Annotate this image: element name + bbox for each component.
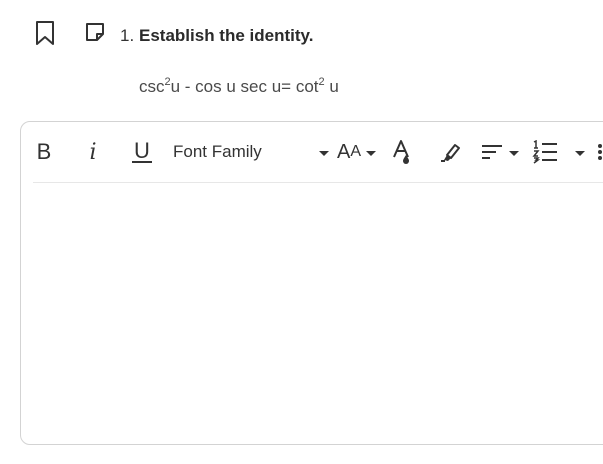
more-vertical-icon xyxy=(598,144,602,160)
bold-button[interactable]: B xyxy=(32,134,56,170)
toolbar-divider xyxy=(33,182,603,183)
italic-label: i xyxy=(89,139,97,165)
italic-button[interactable]: i xyxy=(81,134,105,170)
highlight-button[interactable] xyxy=(437,134,463,170)
align-left-icon xyxy=(482,145,502,159)
question-number: 1. xyxy=(120,26,135,45)
chevron-down-icon[interactable] xyxy=(319,151,329,156)
formula-part: u xyxy=(324,77,339,96)
font-family-label: Font Family xyxy=(173,142,262,161)
font-size-small-label: A xyxy=(350,143,362,160)
ordered-list-icon xyxy=(532,140,557,164)
formula-exponent: 2 xyxy=(318,76,325,88)
editor-toolbar: B i U Font Family AA xyxy=(21,122,603,182)
note-icon[interactable] xyxy=(84,21,106,43)
formula-part: csc xyxy=(139,77,165,96)
formula-part: u - cos u sec u= cot xyxy=(170,77,319,96)
ordered-list-button[interactable] xyxy=(531,134,559,170)
font-color-button[interactable] xyxy=(389,134,415,170)
align-button[interactable] xyxy=(479,134,505,170)
chevron-down-icon[interactable] xyxy=(575,151,585,156)
font-color-icon xyxy=(393,140,409,164)
math-formula: csc2u - cos u sec u= cot2 u xyxy=(139,76,339,97)
highlighter-icon xyxy=(441,144,460,162)
bookmark-icon[interactable] xyxy=(35,21,55,45)
font-family-select[interactable]: Font Family xyxy=(173,134,335,170)
more-button[interactable] xyxy=(593,134,603,170)
rich-text-editor[interactable]: B i U Font Family AA xyxy=(20,121,603,445)
underline-label: U xyxy=(132,138,152,163)
underline-button[interactable]: U xyxy=(129,134,155,170)
font-size-big-label: A xyxy=(337,140,351,163)
bold-label: B xyxy=(36,139,52,164)
question-title: Establish the identity. xyxy=(139,26,314,45)
formula-exponent: 2 xyxy=(164,76,171,88)
chevron-down-icon[interactable] xyxy=(366,151,376,156)
chevron-down-icon[interactable] xyxy=(509,151,519,156)
